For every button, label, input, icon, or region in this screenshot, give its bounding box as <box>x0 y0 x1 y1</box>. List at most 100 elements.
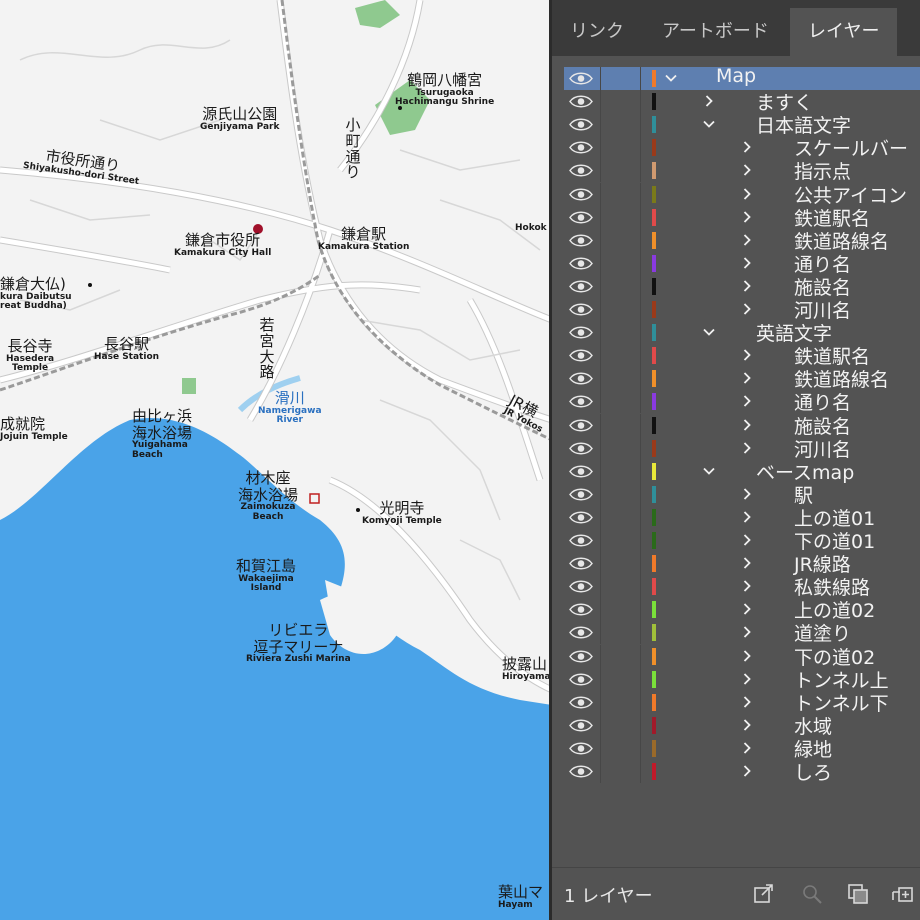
layer-row[interactable]: 駅 <box>564 482 920 507</box>
layer-row[interactable]: 鉄道駅名 <box>564 205 920 230</box>
locate-icon[interactable] <box>800 882 824 906</box>
layer-row[interactable]: 私鉄線路 <box>564 575 920 599</box>
visibility-eye-icon[interactable] <box>568 418 594 433</box>
new-sublayer-icon[interactable] <box>890 882 914 906</box>
tab-artboards[interactable]: アートボード <box>644 8 787 56</box>
layer-row[interactable]: 下の道02 <box>564 644 920 669</box>
chevron-right-icon[interactable] <box>740 394 754 408</box>
chevron-right-icon[interactable] <box>740 302 754 316</box>
layer-row[interactable]: 下の道01 <box>564 529 920 553</box>
chevron-down-icon[interactable] <box>702 117 716 131</box>
visibility-eye-icon[interactable] <box>568 233 594 248</box>
layer-row[interactable]: 河川名 <box>564 436 920 461</box>
chevron-right-icon[interactable] <box>740 348 754 362</box>
layer-row[interactable]: 河川名 <box>564 298 920 322</box>
chevron-right-icon[interactable] <box>740 556 754 570</box>
chevron-right-icon[interactable] <box>740 279 754 293</box>
visibility-eye-icon[interactable] <box>568 140 594 155</box>
layer-row[interactable]: ベースmap <box>564 459 920 484</box>
visibility-eye-icon[interactable] <box>568 672 594 687</box>
layer-row[interactable]: 通り名 <box>564 251 920 276</box>
visibility-eye-icon[interactable] <box>568 602 594 617</box>
layer-row[interactable]: スケールバー <box>564 136 920 160</box>
chevron-right-icon[interactable] <box>740 695 754 709</box>
chevron-right-icon[interactable] <box>740 510 754 524</box>
chevron-right-icon[interactable] <box>740 672 754 686</box>
visibility-eye-icon[interactable] <box>568 556 594 571</box>
chevron-right-icon[interactable] <box>740 233 754 247</box>
chevron-right-icon[interactable] <box>740 625 754 639</box>
layer-row[interactable]: 施設名 <box>564 413 920 438</box>
chevron-right-icon[interactable] <box>740 764 754 778</box>
layer-row[interactable]: 水域 <box>564 713 920 738</box>
layer-row[interactable]: 上の道02 <box>564 598 920 622</box>
visibility-eye-icon[interactable] <box>568 764 594 779</box>
layer-name[interactable]: Map <box>716 65 756 87</box>
layer-row[interactable]: 英語文字 <box>564 321 920 345</box>
chevron-right-icon[interactable] <box>740 187 754 201</box>
tab-links[interactable]: リンク <box>552 8 642 56</box>
visibility-eye-icon[interactable] <box>568 117 594 132</box>
chevron-right-icon[interactable] <box>740 256 754 270</box>
layer-row[interactable]: 指示点 <box>564 159 920 183</box>
chevron-right-icon[interactable] <box>740 718 754 732</box>
layer-row[interactable]: 鉄道路線名 <box>564 228 920 253</box>
map-canvas[interactable]: 鶴岡八幡宮 Tsurugaoka Hachimangu Shrine 源氏山公園… <box>0 0 552 920</box>
layer-row[interactable]: 施設名 <box>564 274 920 299</box>
visibility-eye-icon[interactable] <box>568 302 594 317</box>
chevron-right-icon[interactable] <box>740 487 754 501</box>
visibility-eye-icon[interactable] <box>568 187 594 202</box>
visibility-eye-icon[interactable] <box>568 348 594 363</box>
visibility-eye-icon[interactable] <box>568 394 594 409</box>
visibility-eye-icon[interactable] <box>568 94 594 109</box>
visibility-eye-icon[interactable] <box>568 625 594 640</box>
visibility-eye-icon[interactable] <box>568 325 594 340</box>
chevron-right-icon[interactable] <box>740 210 754 224</box>
clipping-mask-icon[interactable] <box>846 882 870 906</box>
chevron-right-icon[interactable] <box>740 602 754 616</box>
layer-row[interactable]: 道塗り <box>564 621 920 645</box>
visibility-eye-icon[interactable] <box>568 441 594 456</box>
layer-row[interactable]: Map <box>564 65 920 90</box>
chevron-right-icon[interactable] <box>740 741 754 755</box>
visibility-eye-icon[interactable] <box>568 487 594 502</box>
visibility-eye-icon[interactable] <box>568 371 594 386</box>
chevron-right-icon[interactable] <box>740 163 754 177</box>
layer-row[interactable]: 緑地 <box>564 736 920 761</box>
layer-row[interactable]: 鉄道駅名 <box>564 344 920 368</box>
visibility-eye-icon[interactable] <box>568 695 594 710</box>
export-icon[interactable] <box>752 882 776 906</box>
layer-name[interactable]: しろ <box>794 758 832 785</box>
visibility-eye-icon[interactable] <box>568 510 594 525</box>
chevron-right-icon[interactable] <box>740 579 754 593</box>
layer-row[interactable]: トンネル上 <box>564 667 920 692</box>
visibility-eye-icon[interactable] <box>568 163 594 178</box>
layer-row[interactable]: 上の道01 <box>564 505 920 530</box>
chevron-down-icon[interactable] <box>702 464 716 478</box>
visibility-eye-icon[interactable] <box>568 464 594 479</box>
visibility-eye-icon[interactable] <box>568 279 594 294</box>
layer-row[interactable]: 鉄道路線名 <box>564 367 920 391</box>
visibility-eye-icon[interactable] <box>568 210 594 225</box>
chevron-right-icon[interactable] <box>740 371 754 385</box>
layer-row[interactable]: 公共アイコン <box>564 182 920 207</box>
visibility-eye-icon[interactable] <box>568 579 594 594</box>
chevron-down-icon[interactable] <box>702 325 716 339</box>
layer-row[interactable]: ますく <box>564 90 920 114</box>
tab-layers[interactable]: レイヤー <box>790 8 898 56</box>
visibility-eye-icon[interactable] <box>568 533 594 548</box>
chevron-right-icon[interactable] <box>740 140 754 154</box>
layer-row[interactable]: 日本語文字 <box>564 113 920 137</box>
layer-row[interactable]: JR線路 <box>564 552 920 576</box>
chevron-right-icon[interactable] <box>740 418 754 432</box>
visibility-eye-icon[interactable] <box>568 649 594 664</box>
chevron-right-icon[interactable] <box>740 649 754 663</box>
chevron-right-icon[interactable] <box>702 94 716 108</box>
visibility-eye-icon[interactable] <box>568 256 594 271</box>
chevron-right-icon[interactable] <box>740 533 754 547</box>
layer-row[interactable]: トンネル下 <box>564 690 920 715</box>
layer-row[interactable]: しろ <box>564 758 920 785</box>
chevron-down-icon[interactable] <box>664 71 678 85</box>
visibility-eye-icon[interactable] <box>568 741 594 756</box>
layer-row[interactable]: 通り名 <box>564 390 920 414</box>
